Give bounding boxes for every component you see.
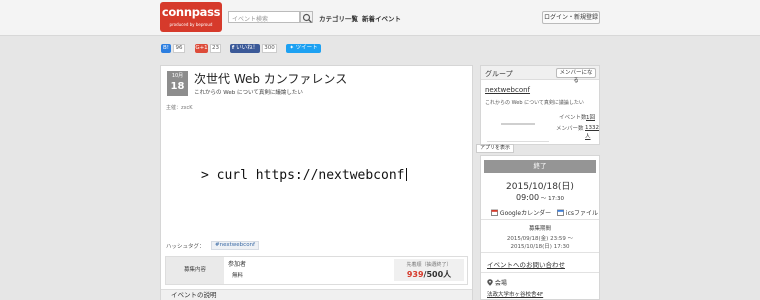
- event-panel: 10月 18 次世代 Web カンファレンス これからの Web について真剣に…: [160, 65, 473, 300]
- venue-heading: 会場: [487, 278, 507, 287]
- logo-subtitle: produced by beproud: [169, 22, 213, 27]
- event-organizer[interactable]: 主催：zxcK: [166, 104, 193, 111]
- event-status-badge: 終了: [484, 160, 596, 173]
- group-header: グループ メンバーになる: [481, 66, 599, 84]
- registration-count: 939/500人: [394, 269, 464, 280]
- connpass-logo[interactable]: connpass produced by beproud: [160, 2, 222, 32]
- event-title: 次世代 Web カンファレンス: [194, 72, 348, 86]
- calendar-icon: [491, 209, 498, 216]
- hatena-bookmark-button[interactable]: B!: [161, 44, 171, 53]
- hashtag-link[interactable]: #nextwebconf: [211, 241, 259, 250]
- divider: [481, 272, 599, 273]
- group-logo[interactable]: [487, 107, 549, 142]
- join-group-button[interactable]: メンバーになる: [556, 68, 596, 84]
- time-start: 09:00: [516, 193, 540, 202]
- facebook-like-label: いいね！: [236, 45, 259, 51]
- group-events-label: イベント数: [559, 115, 587, 121]
- hashtag-label: ハッシュタグ：: [166, 244, 205, 250]
- cover-text: > curl https://nextwebconf: [201, 168, 405, 183]
- tweet-label: ツイート: [295, 45, 318, 51]
- nav-categories[interactable]: カテゴリ一覧: [319, 13, 358, 23]
- facebook-count: 300: [262, 44, 277, 53]
- registration-note: 先着順（抽選終了）: [406, 262, 452, 268]
- divider: [481, 252, 599, 253]
- group-logo-image: [501, 123, 535, 125]
- google-calendar-link[interactable]: Googleカレンダー: [491, 208, 551, 217]
- registration-fee: 無料: [232, 273, 244, 279]
- group-name-link[interactable]: nextwebconf: [485, 86, 530, 94]
- event-time: 09:00 ～ 17:30: [481, 193, 599, 202]
- facebook-like-button[interactable]: f いいね！: [230, 44, 260, 53]
- event-date: 2015/10/18(日): [506, 182, 574, 192]
- event-info-panel: 終了 2015/10/18(日) 09:00 ～ 17:30 Googleカレン…: [480, 155, 600, 300]
- logo-wordmark: connpass: [161, 5, 221, 19]
- time-separator: ～: [539, 196, 549, 202]
- divider: [481, 219, 599, 220]
- event-catch: これからの Web について真剣に議論したい: [194, 90, 303, 96]
- registration-header: 募集内容: [166, 257, 224, 284]
- contact-organizer-link[interactable]: イベントへのお問い合わせ: [487, 259, 565, 269]
- hatena-count: 96: [173, 44, 185, 53]
- description-heading: イベントの説明: [161, 289, 472, 300]
- search-icon: [302, 13, 312, 23]
- search-button[interactable]: [300, 11, 313, 23]
- registration-table: 募集内容 参加者 無料 先着順（抽選終了） 939/500人: [165, 256, 468, 285]
- show-app-button[interactable]: アプリを表示: [476, 144, 514, 153]
- gplus-count: 23: [210, 44, 221, 53]
- event-cover-image: > curl https://nextwebconf: [201, 168, 407, 183]
- venue-name-link[interactable]: 法政大学市ヶ谷校舎4F: [487, 290, 543, 298]
- group-panel: グループ メンバーになる nextwebconf これからの Web について真…: [480, 65, 600, 145]
- application-period-end: 2015/10/18(日) 17:30: [510, 244, 570, 250]
- venue-label: 会場: [494, 280, 507, 287]
- tweet-button[interactable]: ✦ ツイート: [286, 44, 321, 53]
- event-date-badge: 10月 18: [167, 71, 188, 96]
- registration-type: 参加者: [228, 261, 247, 268]
- time-end: 17:30: [548, 196, 564, 202]
- calendar-icon: [557, 209, 564, 216]
- description-heading-label: イベントの説明: [171, 291, 217, 299]
- cursor-caret: [405, 168, 407, 181]
- nav-new-events[interactable]: 新着イベント: [362, 13, 401, 23]
- accepted-count: 939: [406, 270, 424, 279]
- group-members-count[interactable]: 1332人: [585, 124, 599, 142]
- event-month: 10月: [171, 73, 184, 79]
- group-events-count[interactable]: 1回: [586, 113, 595, 121]
- group-members-label: メンバー数: [556, 126, 584, 132]
- google-calendar-label: Googleカレンダー: [499, 210, 552, 217]
- event-day: 18: [170, 81, 185, 92]
- application-period-label: 募集期間: [528, 226, 551, 232]
- gplus-button[interactable]: G+1: [195, 44, 208, 53]
- site-header: connpass produced by beproud イベント検索 カテゴリ…: [0, 0, 760, 36]
- ics-file-label: icsファイル: [565, 210, 599, 217]
- search-input[interactable]: イベント検索: [228, 11, 300, 23]
- capacity-count: /500人: [423, 270, 452, 279]
- group-heading: グループ: [485, 70, 513, 78]
- application-period-start: 2015/09/18(金) 23:59 ～: [506, 236, 574, 242]
- map-pin-icon: [487, 279, 493, 286]
- login-button[interactable]: ログイン・新規登録: [542, 11, 600, 24]
- ics-file-link[interactable]: icsファイル: [557, 208, 598, 217]
- registration-count-box: 先着順（抽選終了） 939/500人: [394, 259, 464, 281]
- group-catch: これからの Web について真剣に議論したい: [485, 100, 584, 106]
